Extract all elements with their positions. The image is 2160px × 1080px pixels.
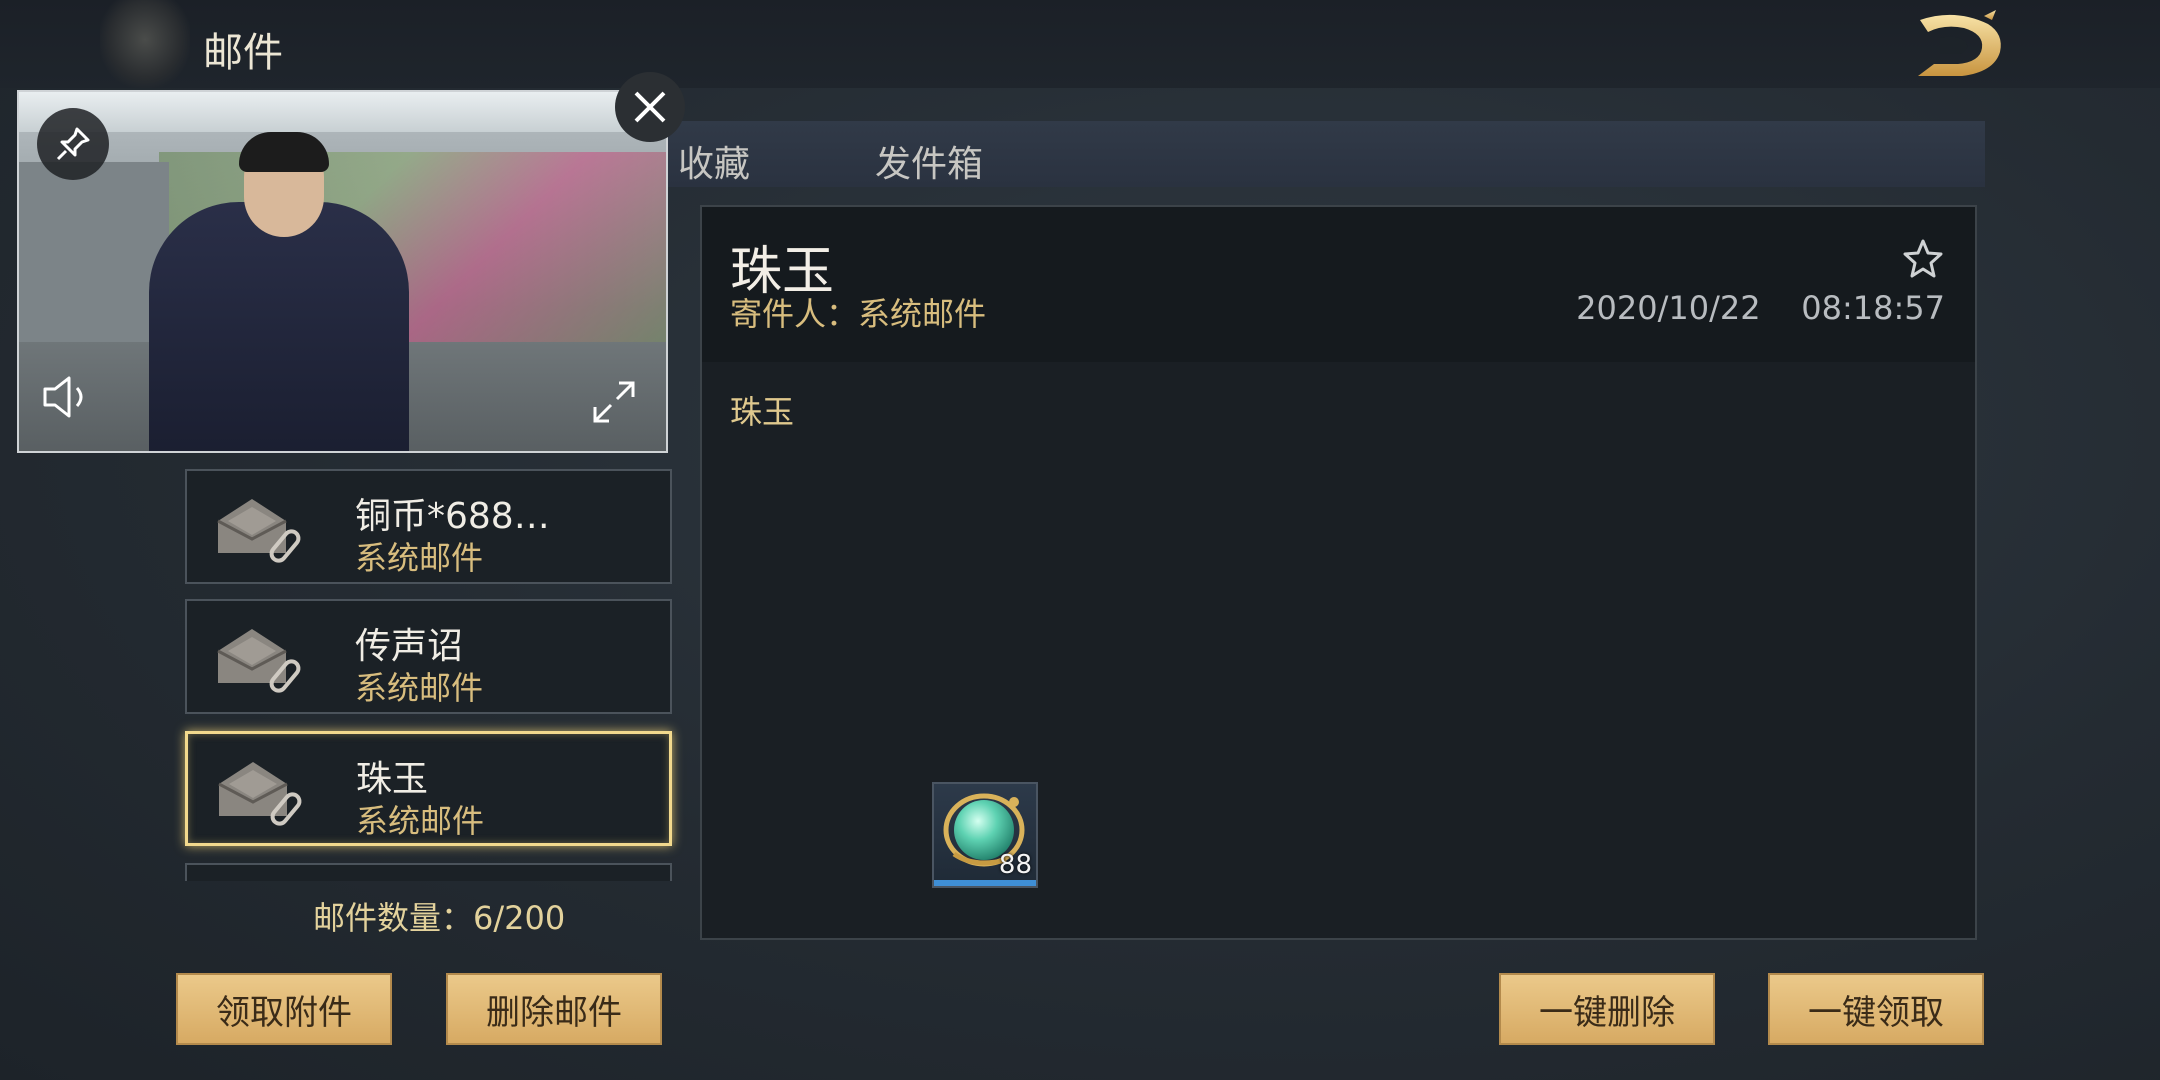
attachment-slot[interactable]: 88 xyxy=(932,782,1038,888)
volume-icon[interactable] xyxy=(39,372,99,422)
video-person xyxy=(149,202,409,451)
mail-list-item-selected[interactable]: 珠玉 系统邮件 xyxy=(185,731,672,846)
mail-list-item[interactable]: 传声诏 系统邮件 xyxy=(185,599,672,714)
mail-detail-sender: 寄件人：系统邮件 xyxy=(730,295,987,333)
top-bar: 邮件 xyxy=(0,0,2160,88)
mail-list-item[interactable] xyxy=(185,863,672,881)
emblem-icon xyxy=(100,0,190,88)
claim-attachment-button[interactable]: 领取附件 xyxy=(176,973,392,1045)
mail-sender: 系统邮件 xyxy=(356,802,485,840)
pin-button[interactable] xyxy=(37,108,109,180)
page-title: 邮件 xyxy=(203,30,283,76)
dragon-logo-icon[interactable] xyxy=(1900,6,2010,82)
mail-attachment-icon xyxy=(217,499,301,563)
delete-all-button[interactable]: 一键删除 xyxy=(1499,973,1715,1045)
mail-detail-datetime: 2020/10/22 08:18:57 xyxy=(1576,289,1945,327)
mail-list-item[interactable]: 铜币*688… 系统邮件 xyxy=(185,469,672,584)
attachment-rarity-bar xyxy=(934,880,1036,886)
tab-outbox[interactable]: 发件箱 xyxy=(875,135,983,187)
fullscreen-icon[interactable] xyxy=(589,377,639,427)
delete-mail-button[interactable]: 删除邮件 xyxy=(446,973,662,1045)
mail-title: 珠玉 xyxy=(356,759,429,800)
mail-tabs: 收藏 发件箱 xyxy=(610,121,1985,187)
claim-all-button[interactable]: 一键领取 xyxy=(1768,973,1984,1045)
close-video-button[interactable] xyxy=(615,72,685,142)
video-building-band xyxy=(19,92,666,132)
floating-video-player[interactable] xyxy=(17,90,668,453)
mail-detail-panel: 珠玉 寄件人：系统邮件 2020/10/22 08:18:57 珠玉 88 xyxy=(700,205,1977,940)
mail-title: 传声诏 xyxy=(355,626,464,667)
mail-title: 铜币*688… xyxy=(355,496,550,537)
tab-favorites[interactable]: 收藏 xyxy=(678,135,750,187)
mail-detail-header: 珠玉 寄件人：系统邮件 2020/10/22 08:18:57 xyxy=(702,207,1975,362)
close-icon xyxy=(634,91,666,123)
mail-attachment-icon xyxy=(217,629,301,693)
mail-sender: 系统邮件 xyxy=(355,539,484,577)
mail-count: 邮件数量：6/200 xyxy=(313,899,566,937)
video-person-hair xyxy=(239,132,329,172)
mail-sender: 系统邮件 xyxy=(355,669,484,707)
star-icon[interactable] xyxy=(1901,237,1945,281)
pin-icon xyxy=(56,127,90,161)
attachment-count: 88 xyxy=(998,850,1032,880)
mail-detail-body: 珠玉 xyxy=(730,393,795,431)
mail-attachment-icon xyxy=(218,762,302,826)
